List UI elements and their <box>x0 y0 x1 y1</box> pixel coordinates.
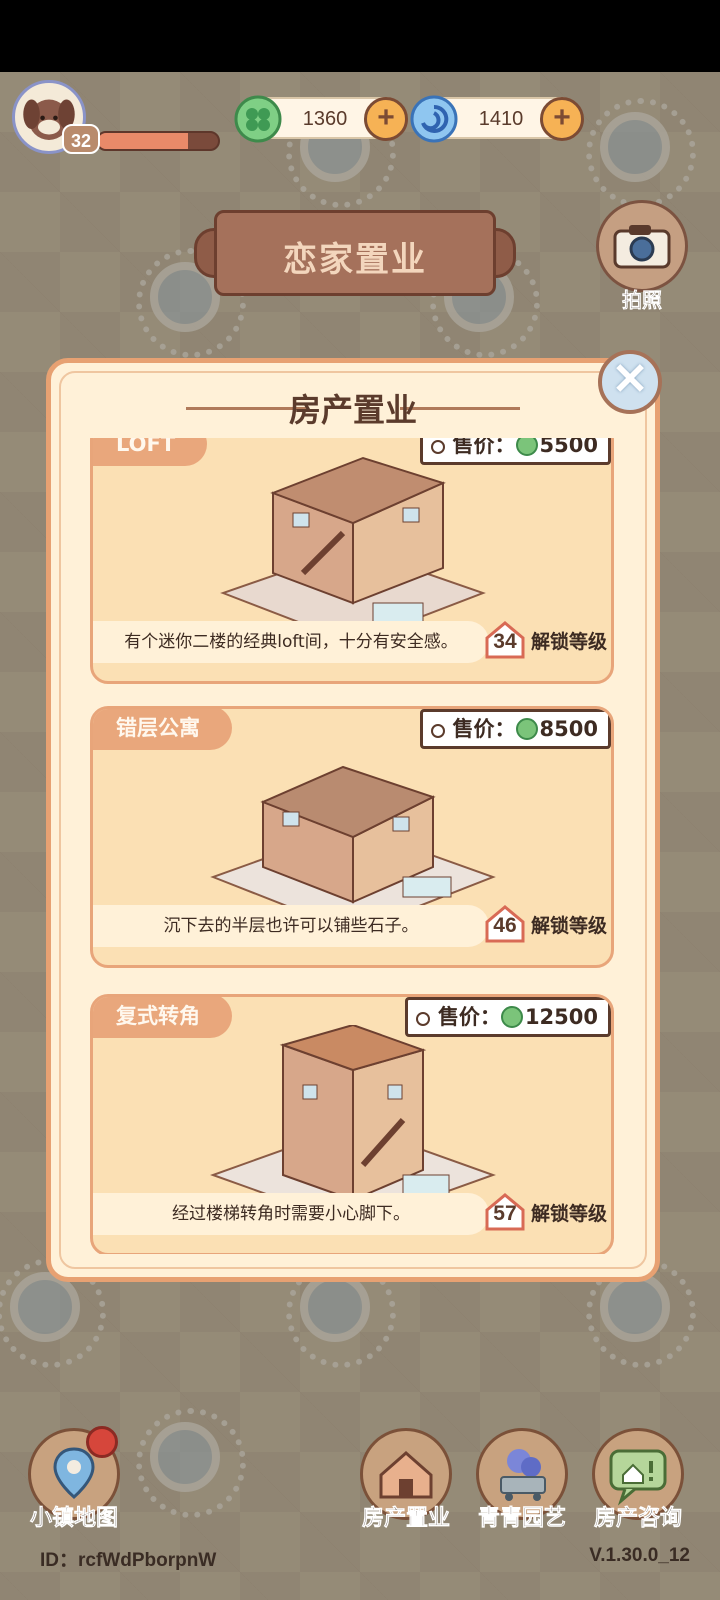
price-value: 5500 <box>539 438 598 457</box>
unlock-level-number: 46 <box>493 914 517 937</box>
unlock-level-label: 解锁等级 <box>530 914 607 937</box>
clover-coin-icon <box>515 718 538 740</box>
house-level-icon: 46 <box>483 904 527 944</box>
camera-button[interactable] <box>596 200 688 292</box>
panel-title: 房产置业 <box>288 391 417 429</box>
price-value: 12500 <box>524 1005 598 1029</box>
location-title: 恋家置业 <box>283 240 427 280</box>
camera-icon <box>613 225 671 269</box>
gem-currency: 1410 + <box>410 95 584 143</box>
close-icon: ✕ <box>611 355 649 404</box>
unlock-level-label: 解锁等级 <box>530 630 607 653</box>
player-level-badge: 32 <box>62 124 100 154</box>
add-clover-button[interactable]: + <box>364 97 408 141</box>
notification-dot <box>86 1426 118 1458</box>
xp-bar <box>96 131 220 151</box>
property-card-split-level[interactable]: 错层公寓 售价： 8500 沉下去的半层也许可以铺些石子。 46 解锁等级 <box>90 706 614 968</box>
unlock-level-number: 34 <box>493 630 517 653</box>
property-description: 沉下去的半层也许可以铺些石子。 <box>93 905 489 947</box>
price-prefix: 售价： <box>437 1005 501 1029</box>
unlock-level: 57 解锁等级 <box>483 1191 607 1233</box>
house-level-icon: 57 <box>483 1192 527 1232</box>
property-card-duplex-corner[interactable]: 复式转角 售价： 12500 经过楼梯转角时需要小心脚下。 57 解锁等级 <box>90 994 614 1254</box>
clover-coin-icon <box>234 95 282 143</box>
unlock-level: 34 解锁等级 <box>483 619 607 661</box>
consult-label: 房产咨询 <box>593 1506 683 1532</box>
property-name-tag: LOFT <box>93 438 208 466</box>
clover-currency: 1360 + <box>234 95 408 143</box>
swirl-gem-icon <box>410 95 458 143</box>
property-name-tag: 复式转角 <box>93 997 232 1038</box>
property-description: 经过楼梯转角时需要小心脚下。 <box>93 1193 489 1235</box>
property-name-tag: 错层公寓 <box>93 709 232 750</box>
camera-label: 拍照 <box>622 288 663 313</box>
gem-amount: 1410 <box>478 108 524 130</box>
price-prefix: 售价： <box>452 438 516 457</box>
clover-coin-icon <box>500 1006 523 1028</box>
clover-amount: 1360 <box>302 108 348 130</box>
unlock-level: 46 解锁等级 <box>483 903 607 945</box>
price-tag: 售价： 8500 <box>419 709 611 749</box>
player-id: ID：rcfWdPborpnW <box>40 1550 217 1571</box>
clover-coin-icon <box>515 438 538 456</box>
house-level-icon: 34 <box>483 620 527 660</box>
price-tag: 售价： 12500 <box>404 997 611 1037</box>
location-title-banner: 恋家置业 <box>194 210 516 296</box>
property-card-loft[interactable]: LOFT 售价： 5500 有个迷你二楼的经典loft间，十分有安全感。 34 解… <box>90 438 614 684</box>
unlock-level-number: 57 <box>493 1202 517 1225</box>
property-list[interactable]: LOFT 售价： 5500 有个迷你二楼的经典loft间，十分有安全感。 34 解… <box>90 438 616 1254</box>
unlock-level-label: 解锁等级 <box>530 1202 607 1225</box>
price-tag: 售价： 5500 <box>419 438 611 465</box>
add-gem-button[interactable]: + <box>540 97 584 141</box>
property-description: 有个迷你二楼的经典loft间，十分有安全感。 <box>93 621 489 663</box>
close-button[interactable]: ✕ <box>598 350 662 414</box>
xp-bar-fill <box>98 133 188 149</box>
price-value: 8500 <box>539 717 598 741</box>
status-bar <box>0 0 720 72</box>
version-text: V.1.30.0_12 <box>589 1545 690 1566</box>
price-prefix: 售价： <box>452 717 516 741</box>
town-map-label: 小镇地图 <box>29 1506 119 1532</box>
